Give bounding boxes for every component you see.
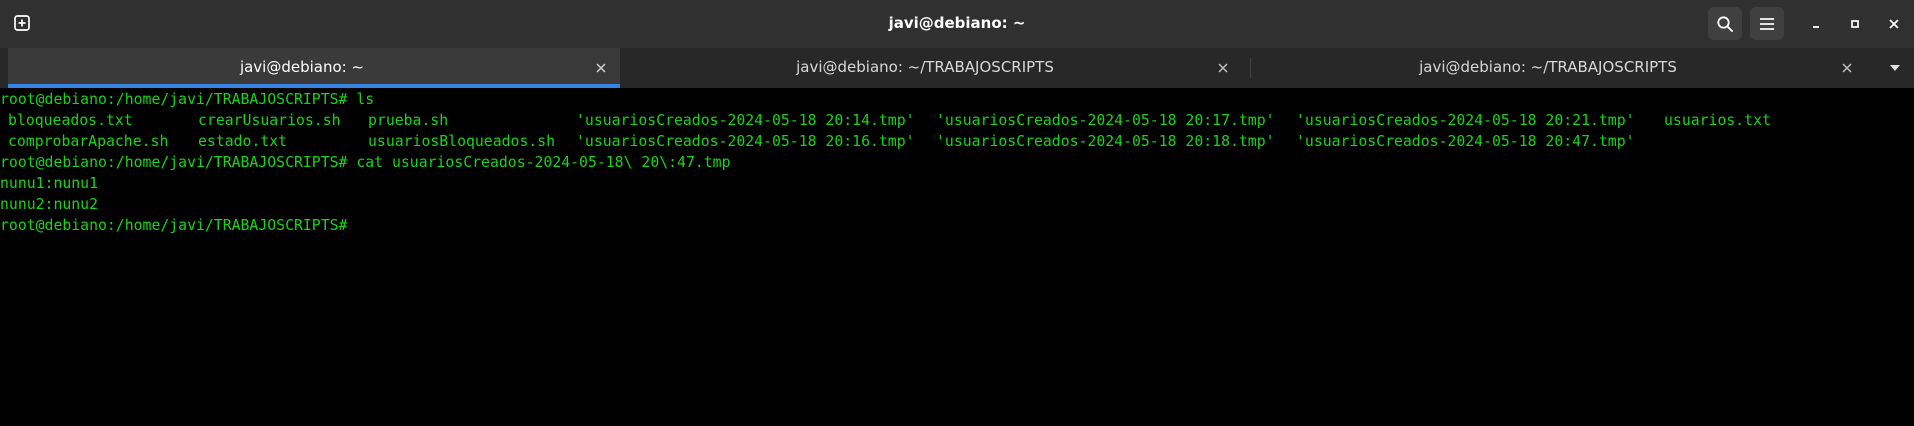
ls-output-row: bloqueados.txt crearUsuarios.sh prueba.s… (0, 110, 1914, 131)
terminal-line-output: nunu2:nunu2 (0, 196, 98, 213)
new-tab-icon (14, 15, 30, 31)
search-button[interactable] (1708, 7, 1742, 40)
ls-file-entry: prueba.sh (368, 112, 449, 129)
ls-file-entry: estado.txt (198, 133, 288, 150)
maximize-icon (1851, 20, 1859, 28)
ls-output-row: comprobarApache.sh estado.txt usuariosBl… (0, 131, 1914, 152)
ls-file-entry: usuarios.txt (1664, 112, 1771, 129)
minimize-icon (1813, 26, 1819, 28)
ls-file-entry: 'usuariosCreados-2024-05-18 20:16.tmp' (576, 133, 915, 150)
tab-label: javi@debiano: ~ (239, 58, 365, 76)
ls-file-entry: 'usuariosCreados-2024-05-18 20:17.tmp' (936, 112, 1275, 129)
tab-trabajoscripts-2[interactable]: javi@debiano: ~/TRABAJOSCRIPTS (1250, 48, 1870, 88)
terminal-window: javi@debiano: ~ javi@debiano: ~ javi@deb… (0, 0, 1914, 426)
header-bar: javi@debiano: ~ (0, 0, 1914, 48)
terminal-prompt: root@debiano:/home/javi/TRABAJOSCRIPTS# (0, 217, 348, 234)
tab-bar: javi@debiano: ~ javi@debiano: ~/TRABAJOS… (0, 48, 1914, 88)
tab-close-button[interactable] (592, 59, 610, 77)
ls-file-entry: 'usuariosCreados-2024-05-18 20:14.tmp' (576, 112, 915, 129)
maximize-button[interactable] (1841, 10, 1869, 38)
minimize-button[interactable] (1802, 10, 1830, 38)
ls-file-entry: 'usuariosCreados-2024-05-18 20:21.tmp' (1296, 112, 1635, 129)
terminal-line-command: root@debiano:/home/javi/TRABAJOSCRIPTS# … (0, 91, 375, 108)
close-icon (596, 63, 606, 73)
ls-file-entry: crearUsuarios.sh (198, 112, 341, 129)
close-icon (1889, 19, 1899, 29)
ls-file-entry: 'usuariosCreados-2024-05-18 20:18.tmp' (936, 133, 1275, 150)
tab-close-button[interactable] (1838, 59, 1856, 77)
chevron-down-icon (1890, 65, 1900, 71)
tab-close-button[interactable] (1214, 59, 1232, 77)
tab-label: javi@debiano: ~/TRABAJOSCRIPTS (796, 58, 1054, 76)
new-tab-button[interactable] (7, 8, 37, 38)
close-icon (1842, 63, 1852, 73)
search-icon (1717, 15, 1733, 32)
menu-button[interactable] (1750, 7, 1784, 40)
window-title: javi@debiano: ~ (888, 14, 1026, 32)
ls-file-entry: comprobarApache.sh (8, 133, 169, 150)
ls-file-entry: 'usuariosCreados-2024-05-18 20:47.tmp' (1296, 133, 1635, 150)
ls-file-entry: usuariosBloqueados.sh (368, 133, 556, 150)
tab-overflow-button[interactable] (1886, 59, 1904, 77)
terminal-line-command: root@debiano:/home/javi/TRABAJOSCRIPTS# … (0, 154, 731, 171)
ls-file-entry: bloqueados.txt (8, 112, 133, 129)
tab-trabajoscripts-1[interactable]: javi@debiano: ~/TRABAJOSCRIPTS (622, 48, 1252, 88)
terminal-line-output: nunu1:nunu1 (0, 175, 98, 192)
hamburger-menu-icon (1760, 17, 1774, 30)
terminal-output[interactable]: root@debiano:/home/javi/TRABAJOSCRIPTS# … (0, 88, 1914, 426)
close-icon (1218, 63, 1228, 73)
tab-label: javi@debiano: ~/TRABAJOSCRIPTS (1419, 58, 1677, 76)
tab-home[interactable]: javi@debiano: ~ (8, 48, 620, 88)
close-button[interactable] (1880, 10, 1908, 38)
